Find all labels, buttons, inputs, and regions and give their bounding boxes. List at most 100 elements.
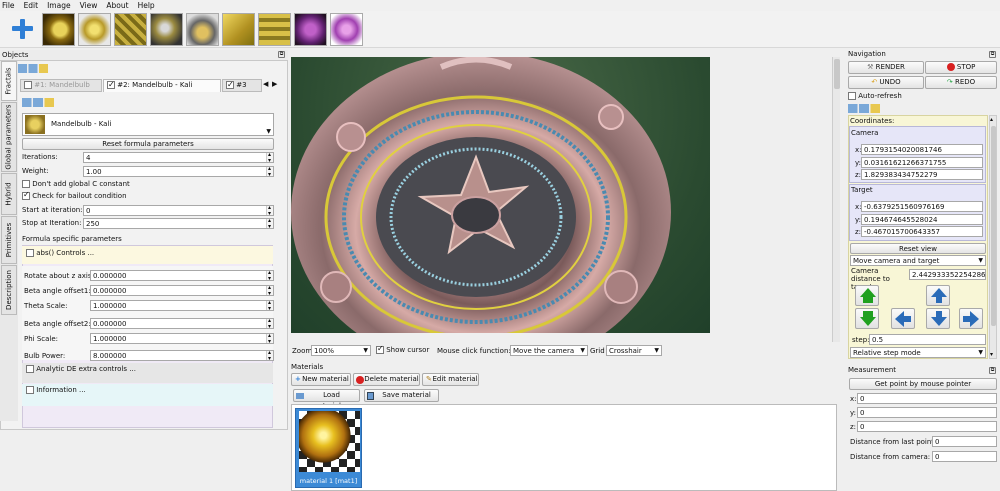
dock-float-icon[interactable]: ⧉ bbox=[278, 51, 285, 58]
render-button[interactable]: ⚒ RENDER bbox=[848, 61, 924, 74]
undo-button[interactable]: ↶ UNDO bbox=[848, 76, 924, 89]
tab-formula-2[interactable]: #2: Mandelbulb - Kali bbox=[103, 79, 221, 92]
preset-thumbnail-4[interactable] bbox=[150, 13, 183, 46]
theta-scale-input[interactable]: 1.000000 bbox=[90, 300, 274, 311]
target-y-input[interactable]: 0.194674645528024 bbox=[861, 214, 983, 225]
information-toggle[interactable]: Information ... bbox=[26, 386, 86, 394]
formula-file-icons[interactable] bbox=[22, 98, 54, 107]
show-cursor-checkbox[interactable] bbox=[376, 344, 384, 354]
camera-distance-input[interactable]: 2.442933352254286 bbox=[909, 269, 986, 280]
start-iteration-input[interactable]: 0 bbox=[83, 205, 274, 216]
phi-scale-input[interactable]: 1.000000 bbox=[90, 333, 274, 344]
tab-scroll-right-icon[interactable]: ▶ bbox=[272, 80, 277, 88]
load-materials-button[interactable]: Load materials... bbox=[293, 389, 360, 410]
analytic-de-toggle[interactable]: Analytic DE extra controls ... bbox=[26, 365, 136, 373]
scroll-up-arrow-icon[interactable]: ▴ bbox=[990, 116, 993, 123]
weight-input[interactable]: 1.00 bbox=[83, 166, 274, 177]
distance-camera-input[interactable]: 0 bbox=[932, 451, 997, 462]
tab-formula-3[interactable]: #3 bbox=[222, 79, 262, 92]
grid-select[interactable]: Crosshair ▼ bbox=[606, 345, 662, 356]
weight-spinner[interactable] bbox=[266, 165, 273, 178]
formula-2-enable-checkbox[interactable] bbox=[107, 80, 115, 90]
preset-thumbnail-8[interactable] bbox=[294, 13, 327, 46]
material-item[interactable]: material 1 [mat1] bbox=[295, 408, 362, 488]
check-bailout-row[interactable]: Check for bailout condition bbox=[22, 190, 127, 200]
reset-formula-params-button[interactable]: Reset formula parameters bbox=[22, 138, 274, 150]
formula-3-enable-checkbox[interactable] bbox=[226, 80, 234, 90]
menu-image[interactable]: Image bbox=[47, 1, 71, 10]
preset-thumbnail-1[interactable] bbox=[42, 13, 75, 46]
menu-help[interactable]: Help bbox=[138, 1, 155, 10]
preset-thumbnail-7[interactable] bbox=[258, 13, 291, 46]
bulb-power-input[interactable]: 8.000000 bbox=[90, 350, 274, 361]
stop-button[interactable]: STOP bbox=[925, 61, 997, 74]
navigation-file-icons[interactable] bbox=[848, 104, 880, 113]
beta-offset2-spinner[interactable] bbox=[266, 317, 273, 330]
move-forward-button[interactable] bbox=[855, 285, 879, 306]
camera-z-input[interactable]: 1.829383434752279 bbox=[861, 169, 983, 180]
preset-thumbnail-5[interactable] bbox=[186, 13, 219, 46]
dock-float-icon[interactable]: ⧉ bbox=[989, 367, 996, 374]
bulb-power-spinner[interactable] bbox=[266, 349, 273, 362]
stop-iteration-input[interactable]: 250 bbox=[83, 218, 274, 229]
move-down-button[interactable] bbox=[926, 308, 950, 329]
rotate-z-input[interactable]: 0.000000 bbox=[90, 270, 274, 281]
camera-y-input[interactable]: 0.03161621266371755 bbox=[861, 157, 983, 168]
information-checkbox[interactable] bbox=[26, 386, 34, 394]
analytic-de-checkbox[interactable] bbox=[26, 365, 34, 373]
scrollbar-thumb[interactable] bbox=[991, 126, 996, 326]
show-cursor-toggle[interactable]: Show cursor bbox=[376, 344, 429, 354]
beta-offset1-input[interactable]: 0.000000 bbox=[90, 285, 274, 296]
delete-material-button[interactable]: Delete material bbox=[353, 373, 420, 386]
abs-controls-toggle[interactable]: abs() Controls ... bbox=[26, 249, 94, 257]
menu-edit[interactable]: Edit bbox=[24, 1, 39, 10]
auto-refresh-toggle[interactable]: Auto-refresh bbox=[848, 92, 902, 100]
step-input[interactable]: 0.5 bbox=[869, 334, 986, 345]
fractal-file-icons[interactable] bbox=[18, 64, 48, 73]
tab-description[interactable]: Description bbox=[1, 265, 17, 315]
tab-primitives[interactable]: Primitives bbox=[1, 216, 17, 264]
move-left-button[interactable] bbox=[891, 308, 915, 329]
move-mode-select[interactable]: Move camera and target ▼ bbox=[850, 255, 986, 266]
dock-float-icon[interactable]: ⧉ bbox=[989, 51, 996, 58]
viewport-vertical-scrollbar[interactable] bbox=[832, 57, 840, 342]
tab-scroll-left-icon[interactable]: ◀ bbox=[263, 80, 268, 88]
beta-offset2-input[interactable]: 0.000000 bbox=[90, 318, 274, 329]
distance-last-point-input[interactable]: 0 bbox=[932, 436, 997, 447]
rotate-z-spinner[interactable] bbox=[266, 269, 273, 282]
check-bailout-checkbox[interactable] bbox=[22, 190, 30, 200]
zoom-select[interactable]: 100% ▼ bbox=[311, 345, 371, 356]
beta-offset1-spinner[interactable] bbox=[266, 284, 273, 297]
iterations-input[interactable]: 4 bbox=[83, 152, 274, 163]
move-backward-button[interactable] bbox=[855, 308, 879, 329]
phi-scale-spinner[interactable] bbox=[266, 332, 273, 345]
navigation-scrollbar[interactable]: ▴ ▾ bbox=[989, 115, 997, 359]
theta-scale-spinner[interactable] bbox=[266, 299, 273, 312]
formula-select[interactable]: Mandelbulb - Kali ▼ bbox=[22, 113, 274, 136]
preset-thumbnail-3[interactable] bbox=[114, 13, 147, 46]
scrollbar-thumb[interactable] bbox=[834, 59, 840, 89]
add-preset-icon[interactable] bbox=[10, 17, 34, 41]
menu-view[interactable]: View bbox=[80, 1, 98, 10]
formula-1-enable-checkbox[interactable] bbox=[24, 81, 32, 89]
move-right-button[interactable] bbox=[959, 308, 983, 329]
iterations-spinner[interactable] bbox=[266, 151, 273, 164]
redo-button[interactable]: ↷ REDO bbox=[925, 76, 997, 89]
menu-about[interactable]: About bbox=[106, 1, 128, 10]
mouse-click-function-select[interactable]: Move the camera ▼ bbox=[510, 345, 588, 356]
stop-iteration-spinner[interactable] bbox=[266, 217, 273, 230]
dont-add-c-checkbox[interactable] bbox=[22, 180, 30, 188]
start-iteration-spinner[interactable] bbox=[266, 204, 273, 217]
preset-thumbnail-9[interactable] bbox=[330, 13, 363, 46]
save-material-button[interactable]: Save material as... bbox=[364, 389, 439, 410]
menu-file[interactable]: File bbox=[2, 1, 15, 10]
step-mode-select[interactable]: Relative step mode ▼ bbox=[850, 347, 986, 358]
tab-formula-1[interactable]: #1: Mandelbulb bbox=[20, 79, 102, 92]
tab-fractals[interactable]: Fractals bbox=[1, 61, 17, 101]
auto-refresh-checkbox[interactable] bbox=[848, 92, 856, 100]
abs-controls-checkbox[interactable] bbox=[26, 249, 34, 257]
render-viewport[interactable] bbox=[291, 57, 710, 333]
target-z-input[interactable]: -0.467015700643357 bbox=[861, 226, 983, 237]
get-point-button[interactable]: Get point by mouse pointer bbox=[849, 378, 997, 390]
measure-x-input[interactable]: 0 bbox=[857, 393, 997, 404]
